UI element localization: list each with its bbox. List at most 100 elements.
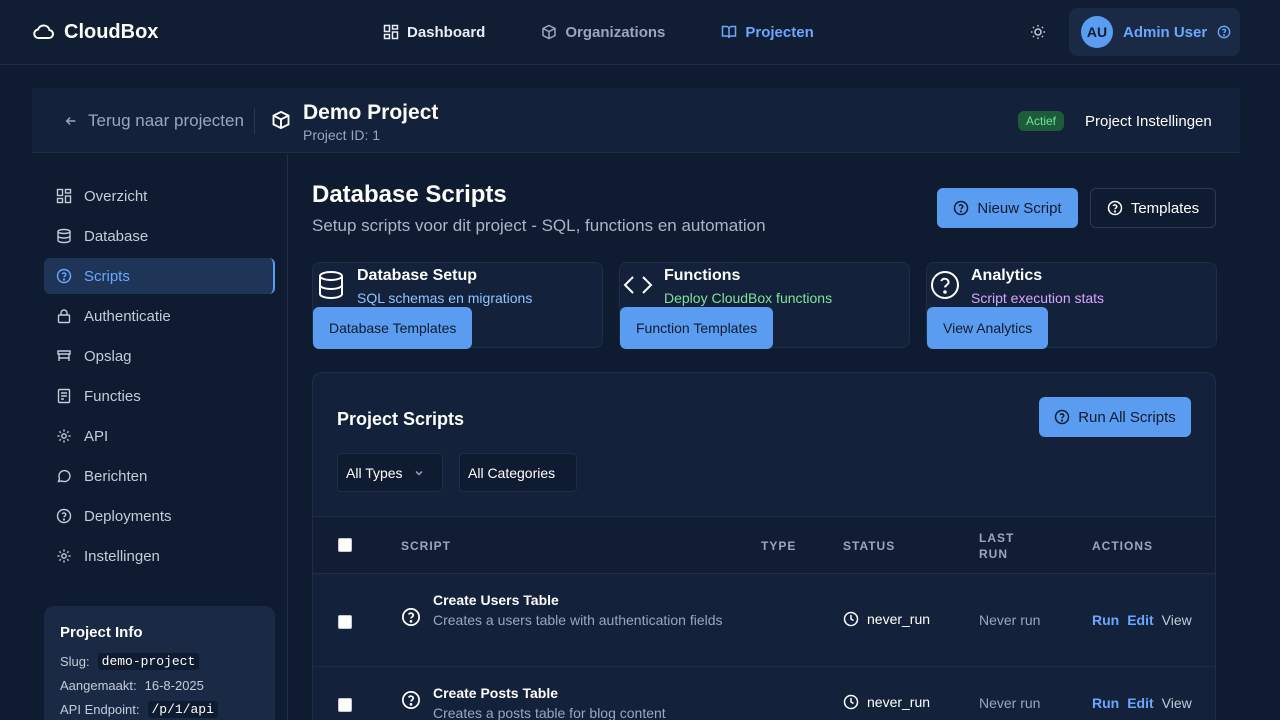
project-title: Demo Project	[303, 101, 439, 124]
select-all-checkbox[interactable]	[338, 538, 352, 552]
run-all-scripts-button[interactable]: Run All Scripts	[1039, 397, 1191, 437]
avatar: AU	[1081, 16, 1113, 48]
endpoint-row: API Endpoint: /p/1/api	[60, 701, 259, 718]
status-cell: never_run	[843, 694, 930, 710]
nav-dashboard[interactable]: Dashboard	[383, 22, 485, 42]
chat-icon	[57, 469, 71, 483]
back-to-projects-link[interactable]: Terug naar projecten	[64, 111, 244, 131]
created-value: 16-8-2025	[144, 678, 204, 693]
arrow-left-icon	[65, 117, 76, 125]
edit-script-link[interactable]: Edit	[1127, 612, 1153, 628]
cube-icon	[272, 110, 290, 130]
type-filter-value: All Types	[346, 464, 403, 481]
lock-icon	[57, 309, 71, 324]
view-script-link[interactable]: View	[1162, 695, 1192, 711]
feature-card-database-setup: Database Setup SQL schemas en migrations…	[312, 262, 603, 349]
view-analytics-button[interactable]: View Analytics	[927, 307, 1049, 349]
type-filter-select[interactable]: All Types	[337, 453, 443, 492]
top-navbar: CloudBox Dashboard Organizations Project…	[0, 0, 1280, 65]
project-settings-link[interactable]: Project Instellingen	[1085, 113, 1212, 130]
category-filter-select[interactable]: All Categories	[459, 453, 577, 492]
row-checkbox[interactable]	[338, 615, 352, 629]
table-header: SCRIPT TYPE STATUS LAST RUN ACTIONS	[313, 516, 1215, 574]
sidebar-item-settings[interactable]: Instellingen	[44, 538, 275, 574]
help-circle-icon	[402, 608, 420, 626]
function-templates-button[interactable]: Function Templates	[620, 307, 774, 349]
row-actions: Run Edit View	[1092, 612, 1192, 628]
sidebar: Overzicht Database Scripts Authenticatie…	[32, 154, 288, 720]
new-script-button[interactable]: Nieuw Script	[937, 188, 1078, 228]
sidebar-item-label: Authenticatie	[84, 307, 171, 325]
database-templates-button[interactable]: Database Templates	[313, 307, 473, 349]
gear-icon	[57, 429, 71, 443]
nav-dashboard-label: Dashboard	[407, 23, 486, 41]
panel-title: Project Scripts	[337, 409, 465, 429]
user-menu[interactable]: AU Admin User	[1069, 8, 1240, 56]
page-title: Database Scripts	[312, 181, 507, 208]
sidebar-item-deployments[interactable]: Deployments	[44, 498, 275, 534]
sidebar-item-scripts[interactable]: Scripts	[44, 258, 275, 294]
sidebar-item-label: Opslag	[84, 347, 132, 365]
feature-subtitle: Deploy CloudBox functions	[664, 290, 833, 306]
help-circle-icon	[1217, 25, 1231, 39]
sidebar-item-overview[interactable]: Overzicht	[44, 178, 275, 214]
grid-icon	[383, 24, 399, 40]
back-label: Terug naar projecten	[88, 111, 244, 130]
slug-label: Slug:	[60, 654, 90, 669]
endpoint-value: /p/1/api	[147, 701, 218, 718]
project-id: Project ID: 1	[303, 127, 381, 143]
project-header: Terug naar projecten Demo Project Projec…	[32, 88, 1240, 153]
category-filter-value: All Categories	[468, 464, 556, 481]
user-name: Admin User	[1123, 23, 1208, 41]
page-subtitle: Setup scripts voor dit project - SQL, fu…	[312, 216, 766, 235]
created-row: Aangemaakt: 16-8-2025	[60, 678, 259, 693]
run-script-link[interactable]: Run	[1092, 612, 1119, 628]
nav-organizations[interactable]: Organizations	[541, 22, 665, 42]
script-name: Create Users Table	[433, 592, 559, 608]
status-value: never_run	[867, 694, 931, 710]
sidebar-item-label: Berichten	[84, 467, 148, 485]
templates-button[interactable]: Templates	[1090, 188, 1216, 228]
code-file-icon	[57, 388, 71, 404]
sidebar-item-label: API	[84, 427, 109, 445]
sidebar-item-functions[interactable]: Functies	[44, 378, 275, 414]
sidebar-item-storage[interactable]: Opslag	[44, 338, 275, 374]
edit-script-link[interactable]: Edit	[1127, 695, 1153, 711]
col-status: STATUS	[843, 539, 896, 553]
help-circle-icon	[56, 508, 72, 524]
slug-row: Slug: demo-project	[60, 653, 259, 670]
brand-logo[interactable]: CloudBox	[32, 20, 158, 44]
project-info-card: Project Info Slug: demo-project Aangemaa…	[44, 606, 275, 720]
feature-card-analytics: Analytics Script execution stats View An…	[926, 262, 1217, 349]
feature-subtitle: SQL schemas en migrations	[357, 290, 533, 306]
script-description: Creates a users table with authenticatio…	[433, 612, 723, 628]
help-circle-icon	[1054, 409, 1070, 425]
row-checkbox[interactable]	[338, 698, 352, 712]
storage-icon	[57, 350, 71, 361]
sidebar-item-authentication[interactable]: Authenticatie	[44, 298, 275, 334]
sidebar-item-api[interactable]: API	[44, 418, 275, 454]
run-all-label: Run All Scripts	[1078, 408, 1176, 426]
templates-label: Templates	[1130, 199, 1200, 217]
theme-toggle-button[interactable]	[1028, 22, 1048, 42]
sidebar-item-label: Scripts	[84, 267, 130, 285]
feature-title: Database Setup	[357, 267, 478, 284]
sidebar-item-label: Deployments	[84, 507, 172, 525]
clock-icon	[843, 694, 859, 710]
sidebar-item-database[interactable]: Database	[44, 218, 275, 254]
sidebar-item-label: Functies	[84, 387, 141, 405]
col-actions: ACTIONS	[1092, 539, 1153, 553]
book-icon	[722, 25, 737, 39]
sidebar-item-label: Overzicht	[84, 187, 148, 205]
gear-icon	[57, 549, 71, 563]
database-icon	[57, 228, 71, 244]
run-script-link[interactable]: Run	[1092, 695, 1119, 711]
project-scripts-panel: Project Scripts Run All Scripts All Type…	[312, 372, 1216, 720]
col-script: SCRIPT	[401, 539, 452, 553]
feature-title: Analytics	[971, 267, 1043, 284]
grid-icon	[56, 188, 72, 204]
sidebar-item-messages[interactable]: Berichten	[44, 458, 275, 494]
database-icon	[319, 271, 343, 300]
view-script-link[interactable]: View	[1162, 612, 1192, 628]
nav-projects[interactable]: Projecten	[721, 22, 814, 42]
